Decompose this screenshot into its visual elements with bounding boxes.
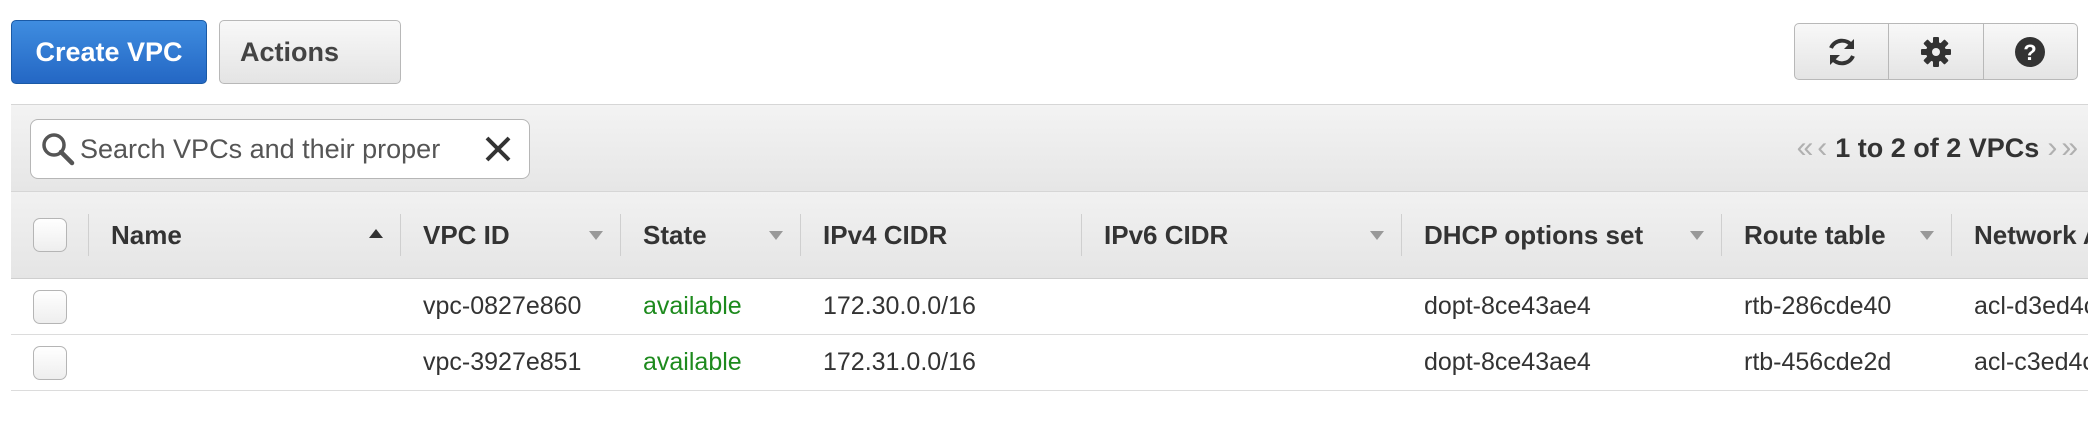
last-page-icon[interactable]: » [2059, 131, 2080, 165]
previous-page-icon[interactable]: ‹ [1815, 131, 1829, 165]
vpc-table: Name VPC ID State IPv4 CIDR IPv6 CIDR DH… [11, 192, 2088, 392]
toolbar-icon-group: ? [1794, 23, 2078, 80]
table-header: Name VPC ID State IPv4 CIDR IPv6 CIDR DH… [11, 192, 2088, 279]
help-icon: ? [2015, 36, 2046, 67]
close-icon[interactable] [483, 134, 513, 164]
sort-caret-icon [589, 231, 603, 240]
cell-state: available [643, 348, 742, 376]
sort-caret-icon [1920, 231, 1934, 240]
toolbar: Create VPC Actions ? [0, 0, 2088, 104]
svg-text:?: ? [2024, 40, 2037, 65]
actions-dropdown-button[interactable]: Actions [219, 20, 401, 84]
gear-icon [1920, 36, 1951, 67]
pagination: « ‹ 1 to 2 of 2 VPCs › » [1795, 125, 2080, 171]
cell-ipv4-cidr: 172.30.0.0/16 [823, 292, 976, 320]
select-all-header [11, 192, 89, 278]
create-vpc-button[interactable]: Create VPC [11, 20, 207, 84]
column-header-name[interactable]: Name [89, 192, 401, 278]
settings-button[interactable] [1889, 24, 1984, 79]
column-header-state[interactable]: State [621, 192, 801, 278]
column-header-ipv6-cidr[interactable]: IPv6 CIDR [1082, 192, 1402, 278]
row-checkbox[interactable] [33, 289, 67, 324]
table-row[interactable]: vpc-0827e860 available 172.30.0.0/16 dop… [11, 279, 2088, 335]
filter-bar: « ‹ 1 to 2 of 2 VPCs › » [11, 104, 2088, 192]
column-header-network-acl[interactable]: Network A [1952, 192, 2088, 278]
vpc-console-page: Create VPC Actions ? Search VPCs and the… [0, 0, 2088, 438]
column-header-route-table[interactable]: Route table [1722, 192, 1952, 278]
cell-vpc-id: vpc-3927e851 [423, 348, 582, 376]
cell-ipv6-cidr [1082, 335, 1402, 390]
cell-dhcp-options: dopt-8ce43ae4 [1424, 292, 1591, 320]
search-input[interactable] [80, 133, 475, 165]
cell-route-table: rtb-456cde2d [1744, 348, 1892, 376]
search-box [30, 119, 530, 179]
search-icon [42, 133, 75, 166]
sort-caret-icon [769, 231, 783, 240]
cell-name [89, 335, 401, 390]
sort-caret-icon [1370, 231, 1384, 240]
cell-route-table: rtb-286cde40 [1744, 292, 1892, 320]
cell-dhcp-options: dopt-8ce43ae4 [1424, 348, 1591, 376]
cell-vpc-id: vpc-0827e860 [423, 292, 582, 320]
first-page-icon[interactable]: « [1795, 131, 1816, 165]
row-select-cell [33, 335, 67, 390]
cell-name [89, 279, 401, 334]
refresh-icon [1828, 38, 1855, 65]
next-page-icon[interactable]: › [2045, 131, 2059, 165]
cell-network-acl: acl-c3ed4c [1974, 348, 2088, 376]
sort-caret-icon [1690, 231, 1704, 240]
row-checkbox[interactable] [33, 345, 67, 380]
select-all-checkbox[interactable] [33, 218, 67, 252]
pagination-text: 1 to 2 of 2 VPCs [1835, 132, 2040, 163]
cell-ipv4-cidr: 172.31.0.0/16 [823, 348, 976, 376]
sort-ascending-icon [369, 229, 383, 238]
table-row[interactable]: vpc-3927e851 available 172.31.0.0/16 dop… [11, 335, 2088, 391]
column-header-dhcp-options-set[interactable]: DHCP options set [1402, 192, 1722, 278]
cell-network-acl: acl-d3ed4c [1974, 292, 2088, 320]
cell-state: available [643, 292, 742, 320]
actions-label: Actions [240, 36, 340, 67]
help-button[interactable]: ? [1984, 24, 2077, 79]
column-header-ipv4-cidr[interactable]: IPv4 CIDR [801, 192, 1082, 278]
cell-ipv6-cidr [1082, 279, 1402, 334]
refresh-button[interactable] [1795, 24, 1890, 79]
row-select-cell [33, 279, 67, 334]
column-header-vpc-id[interactable]: VPC ID [401, 192, 621, 278]
